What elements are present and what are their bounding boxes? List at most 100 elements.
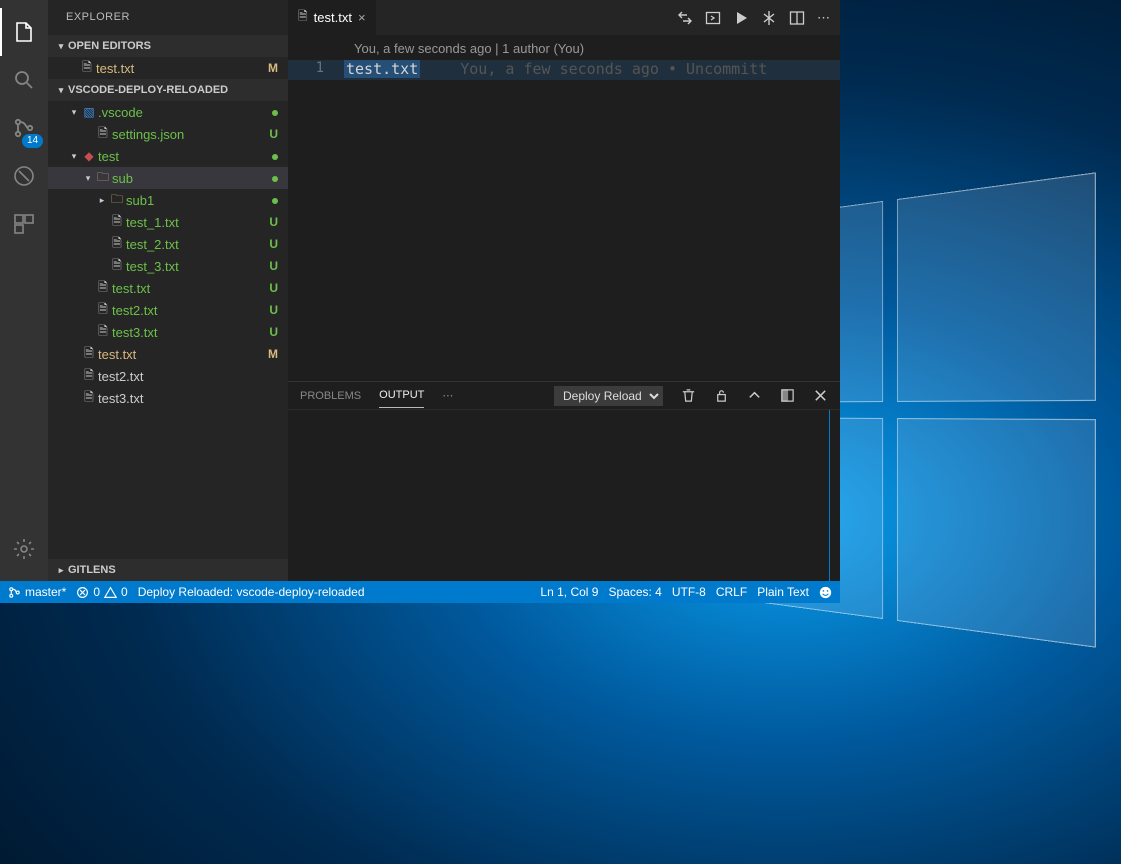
- status-branch[interactable]: master*: [8, 585, 66, 599]
- status-lang[interactable]: Plain Text: [757, 585, 809, 599]
- panel-tab-output[interactable]: OUTPUT: [379, 383, 424, 408]
- tree-item-label: test2.txt: [98, 369, 288, 384]
- git-compare-icon[interactable]: [677, 10, 693, 26]
- tree-item-label: test2.txt: [112, 303, 288, 318]
- tree-item-label: test: [98, 149, 288, 164]
- editor-tab[interactable]: 🗎 test.txt ×: [288, 0, 377, 35]
- activity-extensions-icon[interactable]: [0, 200, 48, 248]
- workspace-header[interactable]: ▾ VSCODE-DEPLOY-RELOADED: [48, 79, 288, 101]
- tree-item[interactable]: 🗎test2.txt: [48, 365, 288, 387]
- tree-item[interactable]: 🗎settings.jsonU: [48, 123, 288, 145]
- file-icon: 🗎: [108, 234, 126, 255]
- tree-item[interactable]: 🗎test3.txtU: [48, 321, 288, 343]
- vscode-window: 14 EXPLORER ▾ OPEN EDITORS 🗎 test.: [0, 0, 840, 603]
- status-eol[interactable]: CRLF: [716, 585, 747, 599]
- codelens[interactable]: You, a few seconds ago | 1 author (You): [288, 35, 840, 60]
- open-editor-state: M: [268, 61, 278, 75]
- status-problems[interactable]: 0 0: [76, 585, 127, 599]
- chevron-right-icon[interactable]: ▸: [96, 195, 108, 206]
- editor-body[interactable]: 1 test.txt You, a few seconds ago • Unco…: [288, 60, 840, 381]
- git-status-indicator: U: [269, 127, 278, 141]
- status-bar: master* 0 0 Deploy Reloaded: vscode-depl…: [0, 581, 840, 603]
- close-panel-icon[interactable]: [813, 388, 828, 403]
- status-spaces[interactable]: Spaces: 4: [608, 585, 661, 599]
- file-icon: 🗎: [78, 58, 96, 79]
- git-status-indicator: [272, 105, 278, 119]
- git-status-indicator: U: [269, 303, 278, 317]
- file-icon: 🗎: [80, 344, 98, 365]
- output-body[interactable]: [288, 410, 840, 581]
- git-status-indicator: [272, 149, 278, 163]
- editor-tabs: 🗎 test.txt × ⋯: [288, 0, 840, 35]
- chevron-right-icon: ▸: [54, 559, 68, 581]
- panel-scrollbar[interactable]: [829, 410, 830, 581]
- chevron-down-icon[interactable]: ▾: [68, 107, 80, 118]
- file-icon: 🗎: [94, 300, 112, 321]
- gitlens-label: GITLENS: [68, 559, 116, 581]
- open-editor-item[interactable]: 🗎 test.txt M: [48, 57, 288, 79]
- lock-scroll-icon[interactable]: [714, 388, 729, 403]
- file-icon: 🗎: [80, 388, 98, 409]
- tree-item[interactable]: 🗎test_3.txtU: [48, 255, 288, 277]
- chevron-down-icon[interactable]: ▾: [82, 173, 94, 184]
- maximize-panel-icon[interactable]: [780, 388, 795, 403]
- tree-item-label: test3.txt: [98, 391, 288, 406]
- tree-item-label: test_1.txt: [126, 215, 288, 230]
- activity-scm-icon[interactable]: 14: [0, 104, 48, 152]
- split-editor-icon[interactable]: [789, 10, 805, 26]
- file-icon: 🗎: [94, 124, 112, 145]
- status-deploy[interactable]: Deploy Reloaded: vscode-deploy-reloaded: [138, 585, 365, 599]
- bottom-panel: PROBLEMS OUTPUT ⋯ Deploy Reload: [288, 381, 840, 581]
- git-status-indicator: [272, 171, 278, 185]
- tree-item[interactable]: ▸🗀sub1: [48, 189, 288, 211]
- panel-chevron-up-icon[interactable]: [747, 388, 762, 403]
- editor-group: 🗎 test.txt × ⋯ You, a few seconds ago | …: [288, 0, 840, 581]
- folder-icon: 🗀: [94, 168, 112, 189]
- status-lncol[interactable]: Ln 1, Col 9: [540, 585, 598, 599]
- tree-item-label: test_2.txt: [126, 237, 288, 252]
- tree-item[interactable]: 🗎test_1.txtU: [48, 211, 288, 233]
- file-icon: 🗎: [94, 322, 112, 343]
- tree-item[interactable]: ▾▧.vscode: [48, 101, 288, 123]
- chevron-down-icon: ▾: [54, 79, 68, 101]
- clear-output-icon[interactable]: [681, 388, 696, 403]
- scm-badge: 14: [22, 134, 43, 148]
- tree-item[interactable]: 🗎test.txtM: [48, 343, 288, 365]
- status-feedback-icon[interactable]: [819, 586, 832, 599]
- tree-item-label: test_3.txt: [126, 259, 288, 274]
- folder-icon: ◆: [80, 149, 98, 163]
- run-in-terminal-icon[interactable]: [705, 10, 721, 26]
- folder-icon: 🗀: [108, 190, 126, 211]
- chevron-down-icon[interactable]: ▾: [68, 151, 80, 162]
- status-encoding[interactable]: UTF-8: [672, 585, 706, 599]
- panel-more-icon[interactable]: ⋯: [442, 389, 453, 402]
- gutter: 1: [288, 60, 344, 381]
- file-tree: ▾▧.vscode🗎settings.jsonU▾◆test▾🗀sub▸🗀sub…: [48, 101, 288, 409]
- tree-item[interactable]: ▾🗀sub: [48, 167, 288, 189]
- tree-item[interactable]: 🗎test.txtU: [48, 277, 288, 299]
- file-icon: 🗎: [108, 212, 126, 233]
- file-icon: 🗎: [298, 7, 308, 28]
- tree-item[interactable]: ▾◆test: [48, 145, 288, 167]
- activity-search-icon[interactable]: [0, 56, 48, 104]
- close-tab-icon[interactable]: ×: [358, 10, 366, 25]
- panel-tab-problems[interactable]: PROBLEMS: [300, 384, 361, 408]
- diff-icon[interactable]: [761, 10, 777, 26]
- activity-explorer-icon[interactable]: [0, 8, 48, 56]
- explorer-sidebar: EXPLORER ▾ OPEN EDITORS 🗎 test.txt M ▾ V…: [48, 0, 288, 581]
- open-editors-header[interactable]: ▾ OPEN EDITORS: [48, 35, 288, 57]
- tree-item[interactable]: 🗎test_2.txtU: [48, 233, 288, 255]
- more-actions-icon[interactable]: ⋯: [817, 10, 830, 26]
- tree-item-label: sub: [112, 171, 288, 186]
- activity-settings-icon[interactable]: [0, 525, 48, 573]
- run-icon[interactable]: [733, 10, 749, 26]
- git-status-indicator: U: [269, 215, 278, 229]
- tree-item[interactable]: 🗎test2.txtU: [48, 299, 288, 321]
- output-channel-select[interactable]: Deploy Reload: [554, 386, 663, 406]
- chevron-down-icon: ▾: [54, 35, 68, 57]
- tree-item[interactable]: 🗎test3.txt: [48, 387, 288, 409]
- gitlens-header[interactable]: ▸ GITLENS: [48, 559, 288, 581]
- tree-item-label: test.txt: [112, 281, 288, 296]
- activity-debug-icon[interactable]: [0, 152, 48, 200]
- tree-item-label: settings.json: [112, 127, 288, 142]
